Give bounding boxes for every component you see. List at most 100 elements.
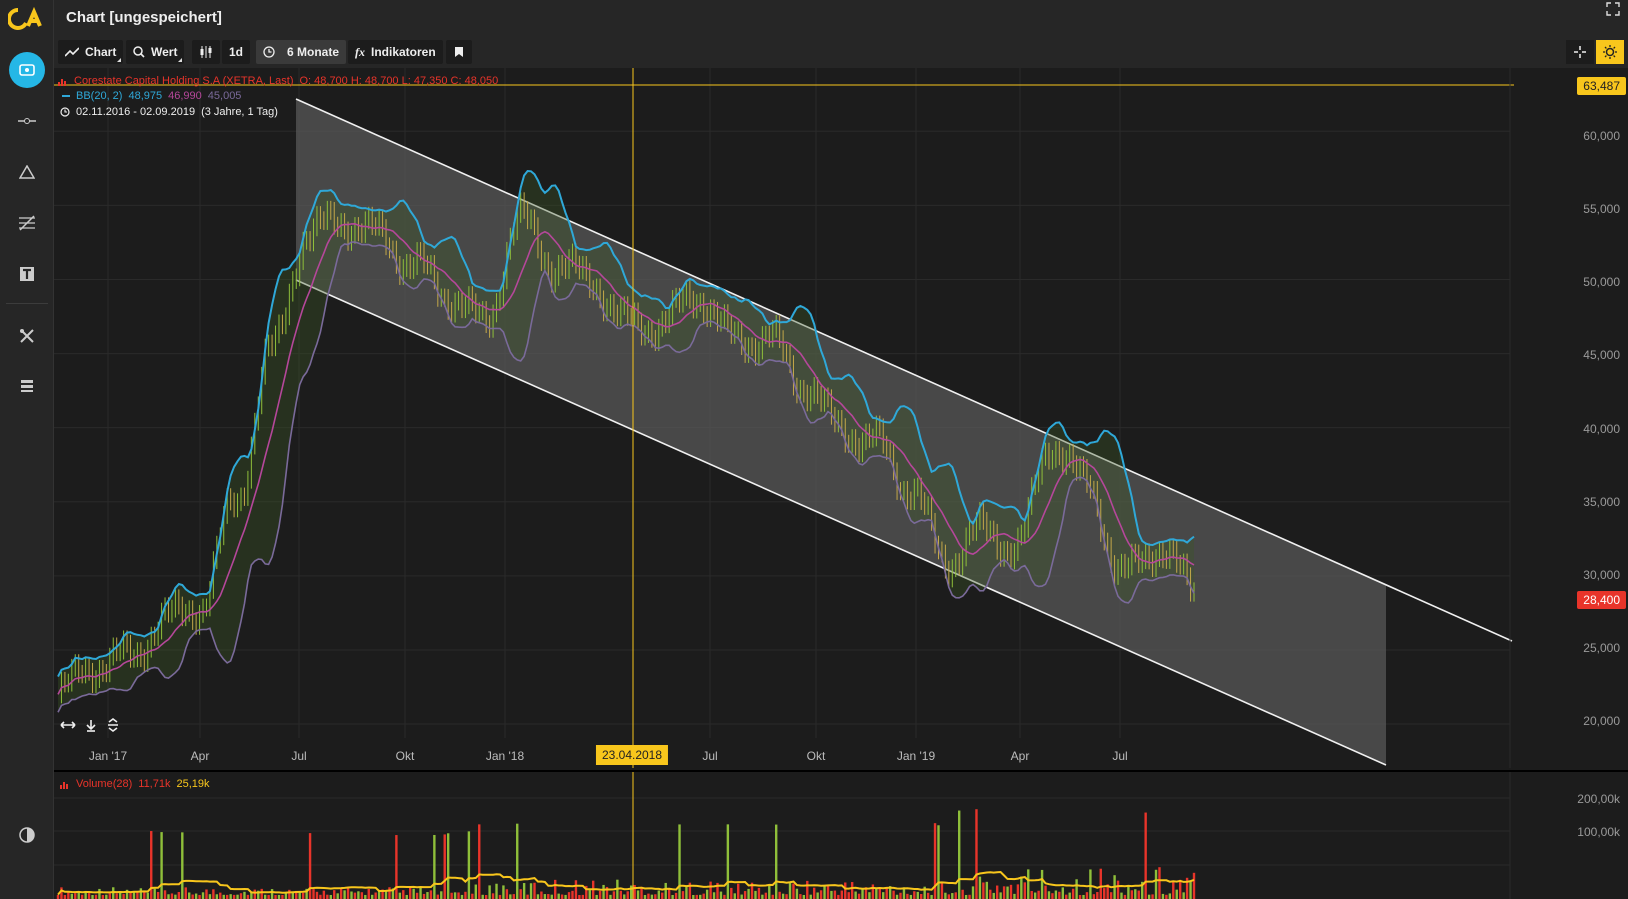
channel-upper-line[interactable]: [295, 98, 1513, 642]
bookmark-button[interactable]: [446, 40, 472, 64]
volume-bar: [719, 891, 723, 899]
volume-bar: [422, 893, 426, 899]
fullscreen-icon[interactable]: [1606, 2, 1620, 16]
volume-bar: [951, 893, 954, 899]
volume-bar: [212, 889, 215, 899]
volume-bar: [761, 894, 764, 899]
volume-bar: [978, 876, 982, 899]
volume-bar: [547, 894, 550, 899]
candle-style-button[interactable]: [192, 40, 220, 64]
volume-bar: [705, 889, 709, 899]
volume-bar: [488, 885, 491, 899]
volume-bar: [626, 891, 629, 899]
range-button[interactable]: 6 Monate: [256, 40, 347, 64]
ohlc-values: O: 48,700 H: 48,700 L: 47,350 C: 48,050: [299, 75, 499, 87]
line-tool-icon[interactable]: [9, 103, 45, 139]
instrument-legend[interactable]: Corestate Capital Holding S.A (XETRA, La…: [58, 74, 498, 88]
chart-icon[interactable]: [9, 52, 45, 88]
volume-bar: [726, 824, 730, 899]
volume-bar: [1154, 869, 1158, 899]
contrast-icon[interactable]: [9, 817, 45, 853]
volume-bar: [647, 893, 650, 899]
volume-bar: [899, 892, 902, 899]
x-tick: Okt: [395, 749, 415, 763]
volume-bar: [871, 884, 875, 899]
volume-bar: [481, 894, 484, 899]
volume-bar: [1096, 892, 1099, 899]
indicators-button[interactable]: fx Indikatoren: [348, 40, 443, 64]
price-chart-canvas[interactable]: [54, 68, 1628, 768]
volume-bar: [995, 885, 999, 899]
volume-bar: [757, 887, 761, 899]
volume-bar: [136, 891, 139, 899]
volume-bar: [1085, 892, 1089, 899]
y-tick: 30,000: [1583, 568, 1620, 582]
volume-bar: [405, 894, 408, 899]
volume-bar: [944, 892, 947, 899]
volume-bar: [1147, 894, 1151, 899]
bb-mid-value: 46,990: [168, 90, 202, 102]
wert-button[interactable]: Wert: [126, 40, 185, 64]
candlestick-icon: [200, 46, 212, 58]
volume-bar: [156, 891, 160, 899]
volume-bar: [1144, 812, 1147, 899]
crosshair-toggle[interactable]: [1566, 40, 1594, 64]
volume-bar: [916, 891, 919, 899]
volume-bar: [402, 890, 405, 899]
volume-legend[interactable]: Volume(28) 11,71k 25,19k: [60, 777, 210, 791]
volume-bar: [857, 893, 861, 899]
volume-bar: [619, 890, 623, 899]
pan-horizontal-icon[interactable]: [60, 718, 76, 732]
volume-bar: [1075, 879, 1078, 899]
chart-type-button[interactable]: Chart: [58, 40, 124, 64]
volume-bar: [833, 890, 837, 899]
volume-bar: [695, 894, 698, 899]
volume-bar: [1161, 893, 1165, 899]
theme-toggle[interactable]: [1596, 40, 1624, 64]
x-tick: Jul: [702, 749, 718, 763]
volume-bar: [1123, 894, 1127, 899]
volume-bar: [446, 833, 450, 899]
volume-pane[interactable]: Volume(28) 11,71k 25,19k 200,00k 100,00k: [54, 770, 1628, 899]
volume-bar: [875, 888, 878, 899]
volume-bar: [56, 895, 60, 899]
volume-bar: [319, 894, 322, 899]
triangle-icon[interactable]: [9, 154, 45, 190]
text-icon[interactable]: [9, 256, 45, 292]
volume-bar: [781, 893, 785, 899]
x-tick: Apr: [1010, 749, 1030, 763]
volume-bar: [91, 894, 94, 899]
volume-bar: [415, 892, 419, 899]
volume-bar: [80, 894, 84, 899]
fit-vertical-icon[interactable]: [106, 718, 120, 732]
volume-bar: [868, 892, 871, 899]
x-tick: Jan '18: [485, 749, 525, 763]
volume-bar: [588, 890, 591, 899]
price-chart[interactable]: Corestate Capital Holding S.A (XETRA, La…: [54, 68, 1628, 768]
volume-bar: [191, 894, 194, 899]
volume-bar: [699, 894, 702, 899]
interval-button[interactable]: 1d: [222, 40, 251, 64]
volume-value-2: 25,19k: [176, 778, 210, 790]
clock-icon: [263, 46, 275, 58]
volume-bar: [909, 894, 913, 899]
left-sidebar: [0, 0, 54, 899]
volume-bar: [512, 894, 515, 899]
volume-chart-canvas[interactable]: [54, 772, 1628, 899]
volume-bar: [802, 894, 806, 899]
volume-bar: [253, 889, 257, 899]
scroll-end-icon[interactable]: [84, 718, 98, 732]
volume-bar: [595, 894, 598, 899]
tools-icon[interactable]: [9, 318, 45, 354]
chart-nav-controls: [60, 718, 120, 732]
fibonacci-icon[interactable]: [9, 205, 45, 241]
volume-bar: [968, 894, 971, 899]
bollinger-legend[interactable]: BB(20, 2) 48,975 46,990 45,005: [62, 89, 241, 103]
volume-bar: [1127, 884, 1130, 899]
volume-bar: [353, 892, 357, 899]
volume-bar: [947, 894, 951, 899]
app-logo-icon[interactable]: [8, 6, 46, 32]
volume-bar: [1134, 889, 1137, 899]
layout-icon[interactable]: [9, 368, 45, 404]
y-tick: 25,000: [1583, 641, 1620, 655]
